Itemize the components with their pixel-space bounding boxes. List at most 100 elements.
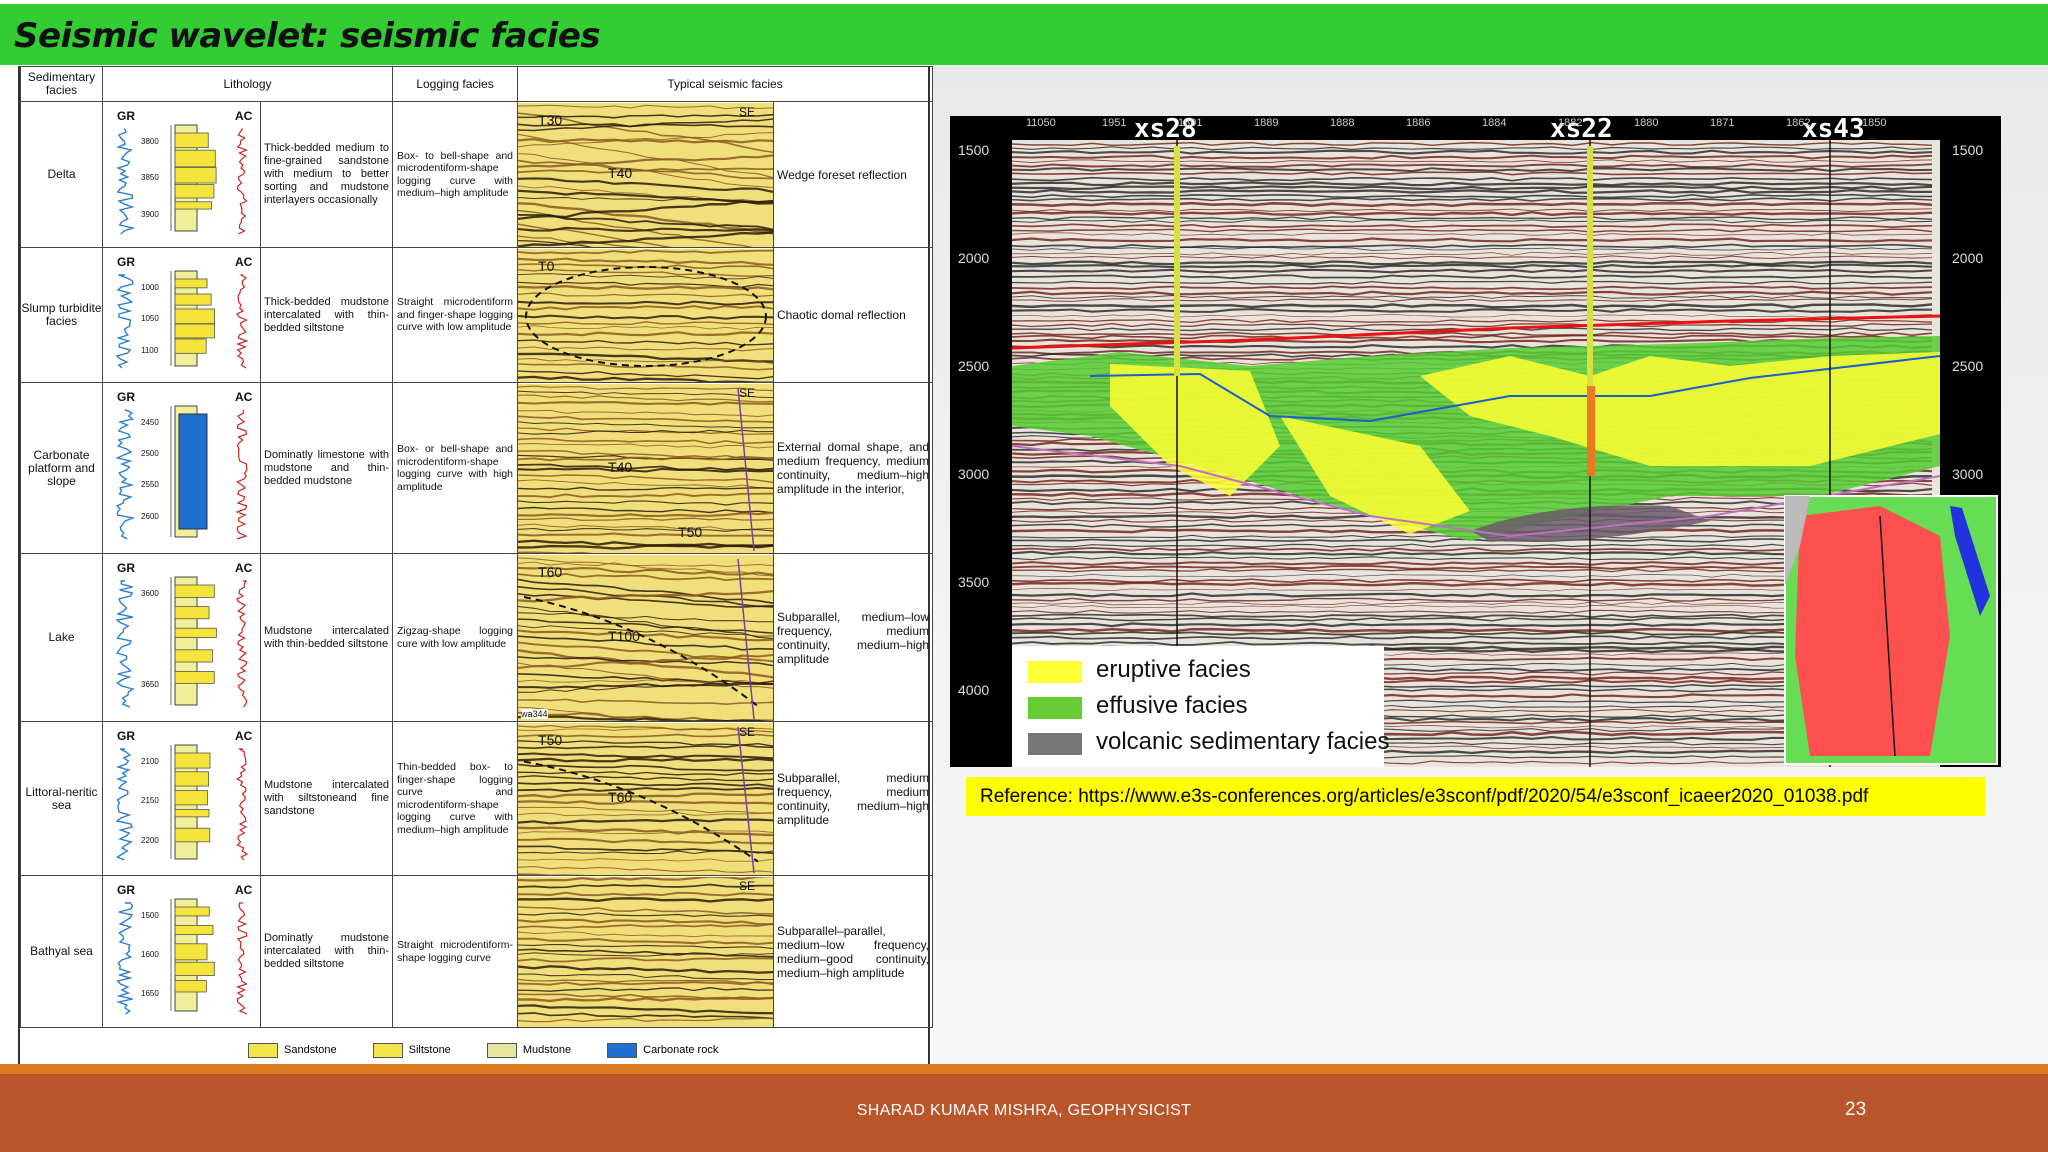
seismic-horizon-label: T0 <box>538 258 555 274</box>
seismic-facies-image: SE <box>517 875 775 1028</box>
lithology-log: GR AC 3600 3650 <box>102 553 261 722</box>
seismic-horizon-label: T60 <box>538 564 563 580</box>
lithology-description: Dominatly limestone with mudstone and th… <box>259 382 394 554</box>
well-log-graphic <box>116 898 248 1015</box>
lithology-description: Thick-bedded mudstone intercalated with … <box>259 247 394 383</box>
facies-table: Sedimentary facies Lithology Logging fac… <box>20 66 934 1028</box>
footer-accent <box>0 1064 2048 1074</box>
trace-number: 11050 <box>1026 117 1056 129</box>
well-log-graphic <box>115 270 249 369</box>
depth-label: 2550 <box>141 480 159 490</box>
table-header-row: Sedimentary facies Lithology Logging fac… <box>20 66 934 102</box>
depth-label: 1050 <box>141 314 159 324</box>
legend-swatch <box>607 1042 638 1058</box>
trace-number: 1880 <box>1634 117 1659 129</box>
depth-label: 1100 <box>141 346 159 356</box>
header-logging-facies: Logging facies <box>392 66 519 102</box>
depth-label: 1500 <box>141 910 159 920</box>
depth-label: 3800 <box>141 136 159 146</box>
depth-label: 2200 <box>141 836 159 846</box>
table-row: Slump turbidite facies GR AC 1000 1050 1100 Th… <box>20 247 934 383</box>
depth-label: 2150 <box>141 796 159 806</box>
logging-facies: Thin-bedded box- to finger-shape logging… <box>392 721 519 876</box>
time-tick: 2000 <box>958 250 990 266</box>
facies-legend-swatch <box>1028 733 1082 755</box>
facies-legend-swatch <box>1028 661 1082 683</box>
seismic-horizon-label: SE <box>739 105 756 119</box>
legend-item: Sandstone <box>248 1042 337 1058</box>
facies-table-figure: Sedimentary facies Lithology Logging fac… <box>18 66 934 1065</box>
slide-title: Seismic wavelet: seismic facies <box>14 16 601 56</box>
header-lithology: Lithology <box>101 66 394 102</box>
facies-name: Carbonate platform and slope <box>20 382 103 554</box>
legend-label: Siltstone <box>408 1044 451 1056</box>
depth-label: 2100 <box>141 756 159 766</box>
table-row: Carbonate platform and slope GR AC 2450 2500… <box>20 382 934 554</box>
lithology-description: Thick-bedded medium to fine-grained sand… <box>259 101 394 248</box>
seismic-horizon-label: T100 <box>608 628 640 644</box>
legend-label: Mudstone <box>522 1044 572 1056</box>
table-row: Delta GR AC 3800 3850 3900 Thick-bedded medium… <box>20 101 934 248</box>
facies-name: Littoral-neritic sea <box>20 721 103 876</box>
typical-seismic-facies: Wedge foreset reflection <box>773 101 934 248</box>
trace-number: 1862 <box>1786 117 1811 129</box>
trace-number: 1886 <box>1406 117 1431 129</box>
depth-label: 1650 <box>141 988 159 998</box>
depth-label: 3650 <box>141 680 159 690</box>
lithology-log: GR AC 1500 1600 1650 <box>102 875 261 1028</box>
trace-number: 1888 <box>1330 117 1355 129</box>
logging-facies: Straight microdentiform and finger-shape… <box>392 247 519 383</box>
logging-facies: Box- or bell-shape and microdentiform-sh… <box>392 382 519 554</box>
seismic-facies-image: T50 T60 SE <box>517 721 775 876</box>
title-bar: Seismic wavelet: seismic facies <box>0 4 2048 65</box>
facies-name: Lake <box>20 553 103 722</box>
time-tick: 1500 <box>958 142 990 158</box>
time-tick: 2500 <box>958 358 990 374</box>
typical-seismic-facies: Subparallel, medium frequency, medium co… <box>773 721 934 876</box>
well-log-graphic <box>116 124 248 235</box>
seismic-horizon-label: SE <box>739 879 756 893</box>
table-row: Lake GR AC 3600 3650 Mudstone intercalated wi… <box>20 553 934 722</box>
legend-item: Mudstone <box>486 1042 572 1058</box>
depth-label: 2500 <box>141 448 159 458</box>
trace-number: 1850 <box>1862 117 1887 129</box>
time-tick: 3000 <box>958 466 990 482</box>
seismic-horizon-label: T40 <box>608 165 633 181</box>
well-label: xs43 <box>1802 116 1865 144</box>
lithology-description: Mudstone intercalated with thin-bedded s… <box>259 553 394 722</box>
trace-number: 1871 <box>1710 117 1735 129</box>
time-tick: 4000 <box>958 682 990 698</box>
lithology-log: GR AC 2450 2500 2550 2600 <box>102 382 261 554</box>
well-log-graphic <box>115 576 248 708</box>
depth-label: 1000 <box>141 282 159 292</box>
seismic-horizon-label: T30 <box>538 112 563 128</box>
time-tick: 1500 <box>1952 142 1984 158</box>
depth-label: 3850 <box>141 173 159 183</box>
seismic-section-figure: xs28 xs22 xs43 11050 1951 1891 1889 1888 1886 188… <box>950 116 2001 767</box>
seismic-panel <box>518 248 773 382</box>
legend-item: Siltstone <box>372 1042 451 1058</box>
header-typical-seismic-facies: Typical seismic facies <box>517 66 934 102</box>
time-tick: 3000 <box>1952 466 1984 482</box>
legend-label: Sandstone <box>284 1044 337 1056</box>
lithology-log: GR AC 1000 1050 1100 <box>102 247 261 383</box>
trace-number: 1882 <box>1558 117 1583 129</box>
legend-swatch <box>486 1042 517 1058</box>
reference-link[interactable]: Reference: https://www.e3s-conferences.o… <box>980 786 1868 808</box>
lithology-description: Dominatly mudstone intercalated with thi… <box>259 875 394 1028</box>
seismic-horizon-label: T60 <box>608 789 633 805</box>
seismic-facies-image: T0 <box>517 247 775 383</box>
well-log-graphic <box>115 405 248 540</box>
time-tick: 2500 <box>1952 358 1984 374</box>
table-row: Bathyal sea GR AC 1500 1600 1650 Dominatly mud… <box>20 875 934 1028</box>
trace-number: 1951 <box>1102 117 1127 129</box>
seismic-horizon-label: SE <box>739 386 756 400</box>
lithology-log: GR AC 3800 3850 3900 <box>102 101 261 248</box>
well-log-graphic <box>115 744 249 861</box>
facies-name: Slump turbidite facies <box>20 247 103 383</box>
lithology-log: GR AC 2100 2150 2200 <box>102 721 261 876</box>
typical-seismic-facies: External domal shape, and medium frequen… <box>773 382 934 554</box>
footer-author: SHARAD KUMAR MISHRA, GEOPHYSICIST <box>856 1102 1192 1119</box>
facies-name: Delta <box>20 101 103 248</box>
seismic-horizon-label: T50 <box>538 732 563 748</box>
